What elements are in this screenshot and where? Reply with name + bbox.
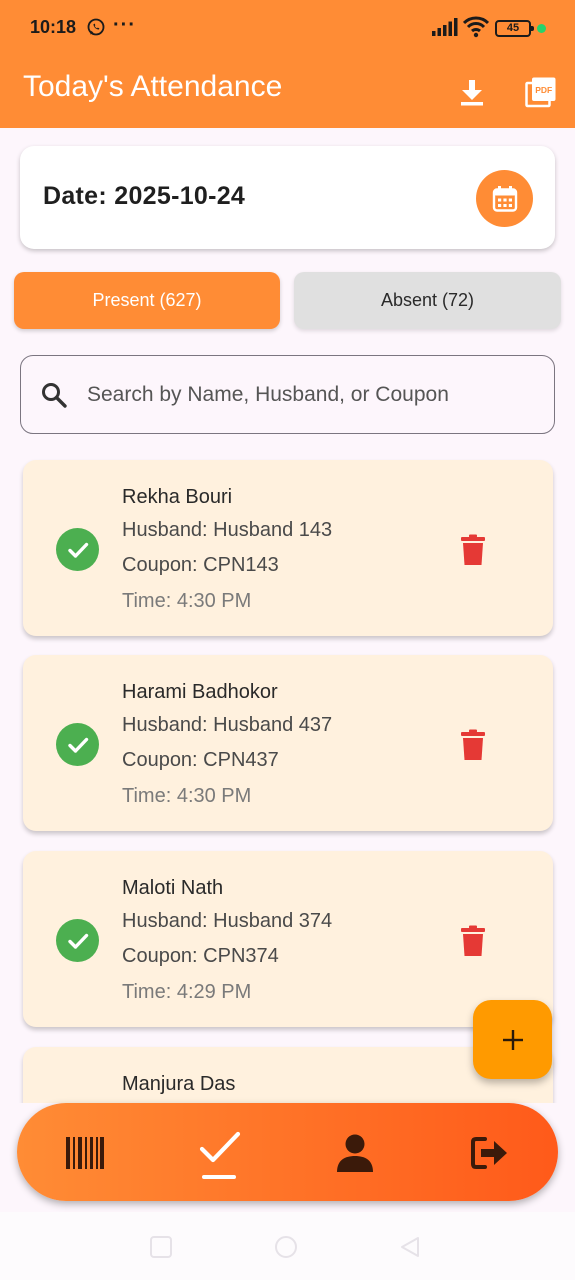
date-card: Date: 2025-10-24 [20,146,555,249]
export-pdf-button[interactable]: PDF [521,72,561,112]
page-title: Today's Attendance [23,70,283,103]
list-item[interactable]: Harami Badhokor Husband: Husband 437 Cou… [23,655,553,831]
nav-attendance[interactable] [195,1123,245,1173]
whatsapp-icon [87,18,105,36]
attendee-time: Time: 4:29 PM [122,981,252,1003]
nav-logout[interactable] [465,1128,515,1178]
system-navigation-bar [0,1212,575,1280]
person-icon [337,1134,373,1172]
signal-icon [432,18,458,36]
tab-absent[interactable]: Absent (72) [294,272,561,329]
attendee-time: Time: 4:30 PM [122,785,252,807]
plus-icon [502,1029,523,1050]
nav-profile[interactable] [330,1128,380,1178]
list-item[interactable]: Maloti Nath Husband: Husband 374 Coupon:… [23,851,553,1027]
list-item[interactable]: Rekha Bouri Husband: Husband 143 Coupon:… [23,460,553,636]
search-box [20,355,555,434]
present-check-icon [56,919,99,962]
barcode-icon [66,1137,104,1169]
battery-icon: 45 [495,20,534,37]
tab-present[interactable]: Present (627) [14,272,280,329]
pick-date-button[interactable] [476,170,533,227]
wifi-icon [463,16,489,38]
download-button[interactable] [452,72,492,112]
attendee-coupon: Coupon: CPN437 [122,749,279,771]
calendar-icon [492,185,517,212]
attendee-husband: Husband: Husband 143 [122,519,333,541]
svg-text:PDF: PDF [535,85,552,95]
attendee-coupon: Coupon: CPN143 [122,554,279,576]
present-check-icon [56,528,99,571]
status-time: 10:18 [30,17,77,37]
pdf-icon: PDF [525,77,556,108]
trash-icon [461,534,485,565]
attendee-husband: Husband: Husband 437 [122,714,333,736]
status-bar: 10:18 ··· 45 [0,0,575,56]
delete-button[interactable] [455,725,491,765]
nav-active-indicator [202,1175,236,1179]
attendee-time: Time: 4:30 PM [122,590,252,612]
add-attendance-button[interactable] [473,1000,552,1079]
search-input[interactable] [87,376,537,414]
back-icon[interactable] [398,1234,424,1260]
delete-button[interactable] [455,530,491,570]
attendee-name: Manjura Das [122,1073,236,1095]
attendee-name: Harami Badhokor [122,681,278,703]
trash-icon [461,925,485,956]
attendee-name: Rekha Bouri [122,486,233,508]
logout-icon [471,1137,507,1169]
attendee-name: Maloti Nath [122,877,224,899]
trash-icon [461,729,485,760]
app-bar: Today's Attendance PDF [0,56,575,128]
check-icon [199,1131,241,1163]
delete-button[interactable] [455,921,491,961]
present-check-icon [56,723,99,766]
attendee-coupon: Coupon: CPN374 [122,945,279,967]
recents-icon[interactable] [148,1234,174,1260]
privacy-indicator-dot [537,24,546,33]
download-icon [461,80,483,106]
nav-scan[interactable] [60,1128,110,1178]
home-icon[interactable] [273,1234,299,1260]
search-icon [42,383,67,408]
bottom-nav [17,1103,558,1201]
status-more-dots: ··· [113,14,136,36]
date-label: Date: 2025-10-24 [43,182,246,210]
attendee-husband: Husband: Husband 374 [122,910,333,932]
